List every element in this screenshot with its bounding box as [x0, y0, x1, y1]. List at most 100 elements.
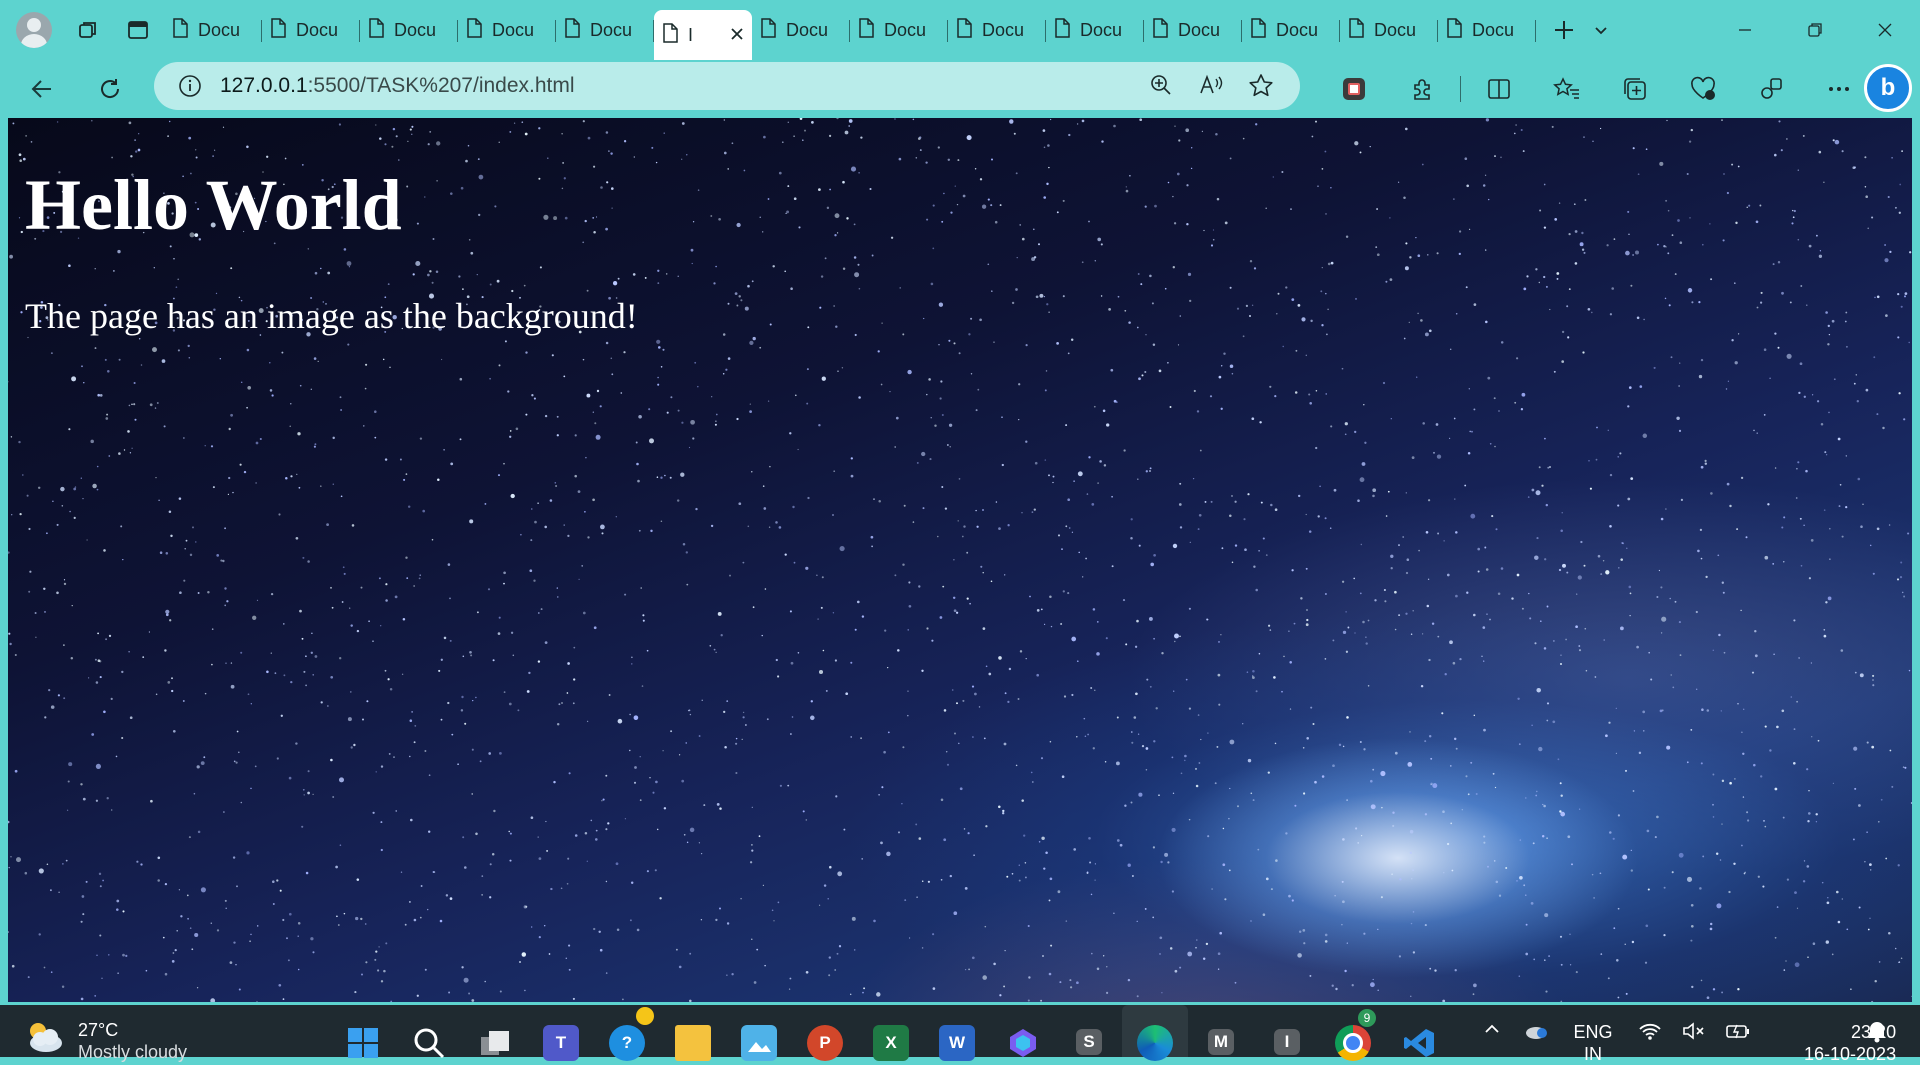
show-hidden-icons-icon[interactable] [1470, 1005, 1514, 1057]
star [976, 525, 979, 528]
star [1571, 863, 1573, 866]
s-app-icon[interactable]: S [1056, 1005, 1122, 1057]
split-screen-icon[interactable] [1465, 67, 1533, 111]
browser-essentials-icon[interactable] [1669, 67, 1737, 111]
close-tab-icon[interactable] [730, 24, 744, 47]
star [555, 484, 558, 488]
help-icon[interactable]: ? [594, 1005, 660, 1061]
excel-icon[interactable]: X [858, 1005, 924, 1061]
battery-icon[interactable] [1716, 1005, 1760, 1057]
star [1841, 535, 1844, 538]
bing-copilot-icon[interactable]: b [1864, 64, 1912, 112]
star [1454, 969, 1457, 972]
tab[interactable]: Docu [1242, 8, 1340, 52]
zoom-in-icon[interactable] [1136, 73, 1186, 99]
weather-widget[interactable]: 27°C Mostly cloudy [22, 1019, 187, 1063]
chevron-down-icon[interactable] [1586, 22, 1616, 38]
profile-avatar-icon[interactable] [16, 12, 52, 48]
task-view-icon[interactable] [462, 1005, 528, 1057]
info-icon[interactable] [178, 74, 202, 98]
i-app-icon[interactable]: I [1254, 1005, 1320, 1057]
tab[interactable]: Docu [752, 8, 850, 52]
more-options-icon[interactable] [1805, 67, 1873, 111]
tab[interactable]: Docu [1144, 8, 1242, 52]
extensions-puzzle-icon[interactable] [1388, 67, 1456, 111]
star [1033, 228, 1035, 231]
tab[interactable]: Docu [360, 8, 458, 52]
star [1728, 890, 1731, 894]
word-icon[interactable]: W [924, 1005, 990, 1061]
star [716, 803, 720, 806]
search-icon[interactable] [396, 1005, 462, 1059]
star-icon[interactable] [1236, 73, 1286, 99]
star [751, 280, 754, 283]
star [1901, 150, 1903, 152]
tab[interactable]: Docu [850, 8, 948, 52]
file-explorer-icon[interactable] [660, 1005, 726, 1061]
back-arrow-icon[interactable] [20, 67, 64, 111]
extension-app-icon[interactable] [1320, 67, 1388, 111]
new-tab-button[interactable] [1542, 8, 1586, 52]
tab[interactable]: Docu [1438, 8, 1536, 52]
star [420, 885, 423, 887]
powerpoint-icon[interactable]: P [792, 1005, 858, 1061]
star [904, 899, 907, 901]
workspaces-icon[interactable] [66, 8, 110, 52]
close-window-button[interactable] [1850, 0, 1920, 60]
star [1133, 716, 1137, 719]
url-text[interactable]: 127.0.0.1:5500/TASK%207/index.html [220, 74, 575, 98]
performance-icon[interactable] [1737, 67, 1805, 111]
refresh-icon[interactable] [88, 67, 132, 111]
star [697, 189, 700, 191]
address-bar[interactable]: 127.0.0.1:5500/TASK%207/index.html [154, 62, 1300, 110]
star [1305, 513, 1307, 516]
minimize-button[interactable] [1710, 0, 1780, 60]
star [1806, 865, 1810, 868]
teams-icon[interactable]: T [528, 1005, 594, 1061]
favorites-icon[interactable] [1533, 67, 1601, 111]
star [50, 705, 55, 709]
tab[interactable]: Docu [1340, 8, 1438, 52]
vscode-icon[interactable] [1386, 1005, 1452, 1057]
star [1141, 744, 1145, 748]
tab-active[interactable]: I [654, 10, 752, 60]
chrome-icon[interactable]: 9 [1320, 1005, 1386, 1061]
star [1898, 392, 1901, 395]
wifi-icon[interactable] [1628, 1005, 1672, 1057]
star [1700, 762, 1703, 765]
star [178, 889, 181, 891]
star [161, 359, 166, 363]
star [1647, 888, 1650, 891]
edge-icon[interactable] [1122, 1005, 1188, 1061]
star [447, 563, 451, 566]
tab[interactable]: Docu [262, 8, 360, 52]
star [764, 964, 766, 967]
notification-bell-icon[interactable] [1866, 1019, 1888, 1048]
star [1383, 588, 1386, 592]
tab-label: Docu [394, 19, 437, 40]
star [1251, 417, 1255, 421]
collections-icon[interactable] [1601, 67, 1669, 111]
onedrive-icon[interactable] [1514, 1005, 1558, 1057]
tab[interactable]: Docu [948, 8, 1046, 52]
star [1185, 128, 1190, 133]
copilot-icon[interactable] [990, 1005, 1056, 1057]
star [921, 451, 926, 457]
tab[interactable]: Docu [458, 8, 556, 52]
tab[interactable]: Docu [1046, 8, 1144, 52]
star [450, 462, 454, 466]
language-indicator[interactable]: ENG IN [1558, 1005, 1628, 1065]
volume-muted-icon[interactable] [1672, 1005, 1716, 1057]
star [1081, 261, 1084, 264]
star [1811, 394, 1814, 396]
read-aloud-icon[interactable] [1186, 73, 1236, 99]
m-app-icon[interactable]: M [1188, 1005, 1254, 1057]
tab-actions-icon[interactable] [116, 8, 160, 52]
star [1268, 624, 1271, 627]
tab[interactable]: Docu [164, 8, 262, 52]
restore-button[interactable] [1780, 0, 1850, 60]
photos-icon[interactable] [726, 1005, 792, 1061]
windows-start-icon[interactable] [330, 1005, 396, 1058]
tab[interactable]: Docu [556, 8, 654, 52]
star [964, 968, 967, 971]
